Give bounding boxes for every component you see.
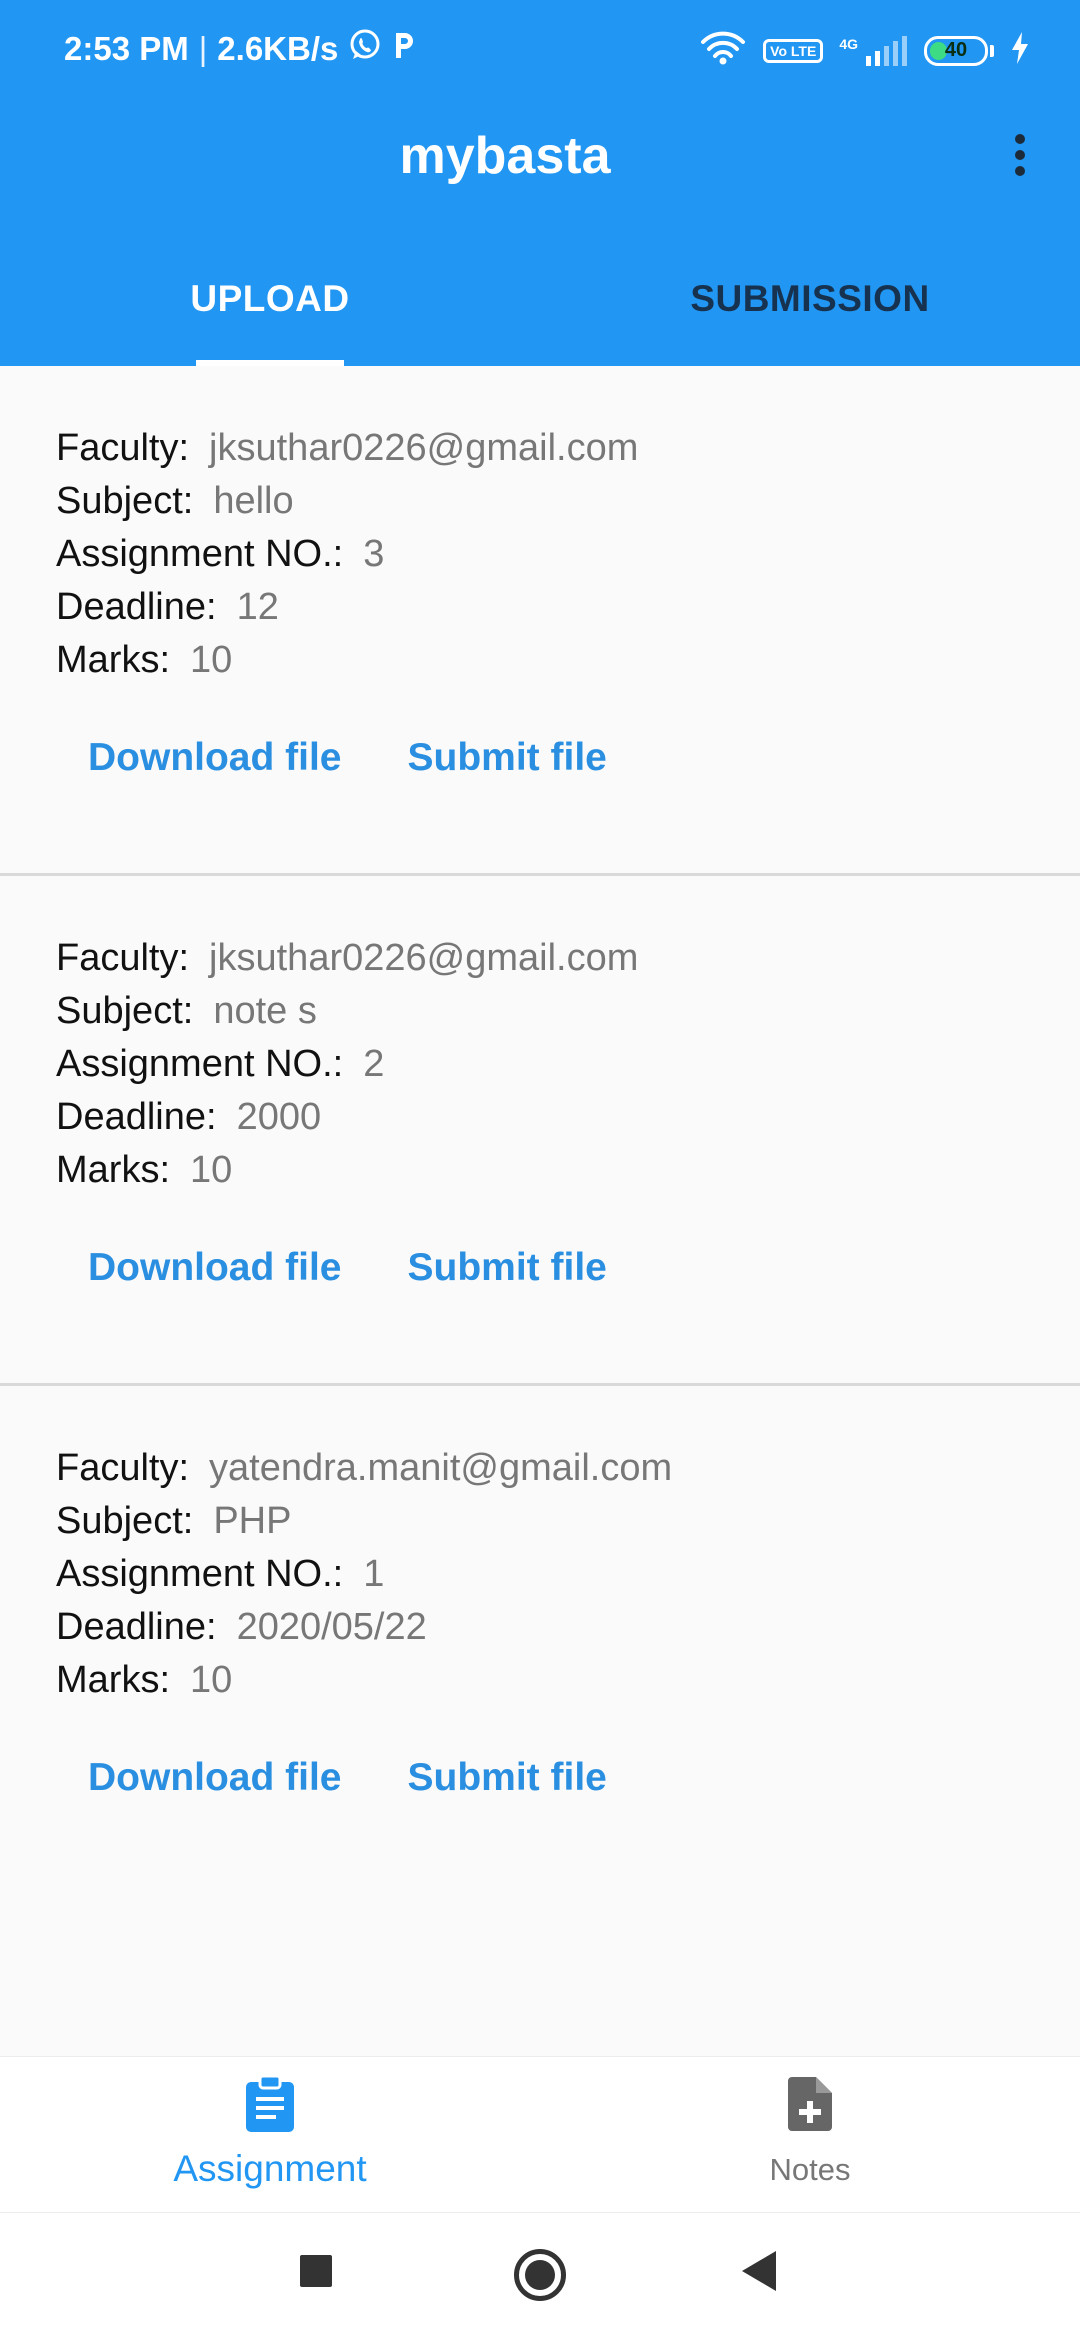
deadline-label: Deadline: <box>56 586 217 628</box>
faculty-value: jksuthar0226@gmail.com <box>209 937 639 979</box>
charging-bolt-icon <box>1010 32 1030 69</box>
subject-value: note s <box>213 990 317 1032</box>
subject-value: PHP <box>213 1500 292 1542</box>
assignment-no-value: 1 <box>363 1553 385 1595</box>
assignment-no-row: Assignment NO.: 2 <box>56 1038 638 1091</box>
submit-file-button[interactable]: Submit file <box>390 726 625 790</box>
subject-label: Subject: <box>56 990 194 1032</box>
network-type-label: 4G <box>839 35 858 52</box>
tab-submission[interactable]: SUBMISSION <box>540 250 1080 366</box>
marks-row: Marks: 10 <box>56 634 638 687</box>
subject-row: Subject: PHP <box>56 1495 672 1548</box>
deadline-value: 2000 <box>236 1096 322 1138</box>
nav-assignment[interactable]: Assignment <box>0 2057 540 2212</box>
parking-p-icon <box>392 30 416 68</box>
faculty-label: Faculty: <box>56 1447 190 1489</box>
assignment-no-value: 3 <box>363 533 385 575</box>
system-navigation-bar <box>0 2212 1080 2340</box>
assignment-no-row: Assignment NO.: 1 <box>56 1548 672 1601</box>
clipboard-icon <box>243 2074 297 2138</box>
assignment-card: Faculty: yatendra.manit@gmail.com Subject… <box>0 1386 1080 1896</box>
subject-label: Subject: <box>56 1500 194 1542</box>
status-time: 2:53 PM <box>64 30 189 67</box>
download-file-button[interactable]: Download file <box>70 726 360 790</box>
deadline-row: Deadline: 2020/05/22 <box>56 1601 672 1654</box>
tab-upload-label: UPLOAD <box>190 278 350 319</box>
download-file-button[interactable]: Download file <box>70 1746 360 1810</box>
subject-row: Subject: hello <box>56 475 638 528</box>
tab-submission-label: SUBMISSION <box>690 278 930 319</box>
assignment-no-label: Assignment NO.: <box>56 1553 344 1595</box>
download-file-button[interactable]: Download file <box>70 1236 360 1300</box>
assignment-card: Faculty: jksuthar0226@gmail.com Subject: n… <box>0 876 1080 1386</box>
home-circle-icon[interactable] <box>514 2249 566 2301</box>
status-bar: 2:53 PM | 2.6KB/s Vo LTE 4G 40 <box>0 0 1080 100</box>
volte-icon: Vo LTE <box>763 38 824 63</box>
faculty-row: Faculty: yatendra.manit@gmail.com <box>56 1442 672 1495</box>
marks-label: Marks: <box>56 1149 170 1191</box>
marks-label: Marks: <box>56 1659 170 1701</box>
nav-notes-label: Notes <box>769 2152 851 2187</box>
subject-value: hello <box>213 480 294 522</box>
assignment-no-label: Assignment NO.: <box>56 1043 344 1085</box>
recents-square-icon[interactable] <box>300 2255 332 2287</box>
marks-value: 10 <box>190 639 233 681</box>
battery-percent: 40 <box>944 39 968 61</box>
faculty-row: Faculty: jksuthar0226@gmail.com <box>56 422 638 475</box>
deadline-row: Deadline: 2000 <box>56 1091 638 1144</box>
bottom-navigation: Assignment Notes <box>0 2056 1080 2212</box>
assignment-list: Faculty: jksuthar0226@gmail.com Subject: h… <box>0 366 1080 1896</box>
back-triangle-icon[interactable] <box>742 2251 776 2291</box>
marks-row: Marks: 10 <box>56 1144 638 1197</box>
note-add-icon <box>786 2075 834 2138</box>
faculty-label: Faculty: <box>56 937 190 979</box>
tab-bar: UPLOAD SUBMISSION <box>0 250 1080 366</box>
app-title: mybasta <box>399 127 611 185</box>
subject-row: Subject: note s <box>56 985 638 1038</box>
tab-upload[interactable]: UPLOAD <box>0 250 540 366</box>
assignment-card: Faculty: jksuthar0226@gmail.com Subject: h… <box>0 366 1080 876</box>
battery-icon: 40 <box>924 35 994 66</box>
wifi-icon <box>699 30 747 71</box>
overflow-menu-icon[interactable] <box>1000 130 1040 180</box>
assignment-no-value: 2 <box>363 1043 385 1085</box>
faculty-row: Faculty: jksuthar0226@gmail.com <box>56 932 638 985</box>
marks-label: Marks: <box>56 639 170 681</box>
submit-file-button[interactable]: Submit file <box>390 1746 625 1810</box>
faculty-label: Faculty: <box>56 427 190 469</box>
deadline-value: 2020/05/22 <box>236 1606 427 1648</box>
subject-label: Subject: <box>56 480 194 522</box>
status-separator: | <box>198 30 208 67</box>
marks-value: 10 <box>190 1659 233 1701</box>
deadline-label: Deadline: <box>56 1606 217 1648</box>
signal-icon: 4G <box>839 35 908 66</box>
submit-file-button[interactable]: Submit file <box>390 1236 625 1300</box>
marks-row: Marks: 10 <box>56 1654 672 1707</box>
faculty-value: jksuthar0226@gmail.com <box>209 427 639 469</box>
assignment-no-label: Assignment NO.: <box>56 533 344 575</box>
assignment-no-row: Assignment NO.: 3 <box>56 528 638 581</box>
marks-value: 10 <box>190 1149 233 1191</box>
status-net-speed: 2.6KB/s <box>217 30 339 67</box>
top-app-bar: 2:53 PM | 2.6KB/s Vo LTE 4G 40 mybasta U… <box>0 0 1080 366</box>
nav-notes[interactable]: Notes <box>540 2057 1080 2212</box>
nav-assignment-label: Assignment <box>173 2148 367 2189</box>
whatsapp-icon <box>348 28 382 70</box>
deadline-label: Deadline: <box>56 1096 217 1138</box>
deadline-row: Deadline: 12 <box>56 581 638 634</box>
faculty-value: yatendra.manit@gmail.com <box>209 1447 673 1489</box>
deadline-value: 12 <box>236 586 279 628</box>
